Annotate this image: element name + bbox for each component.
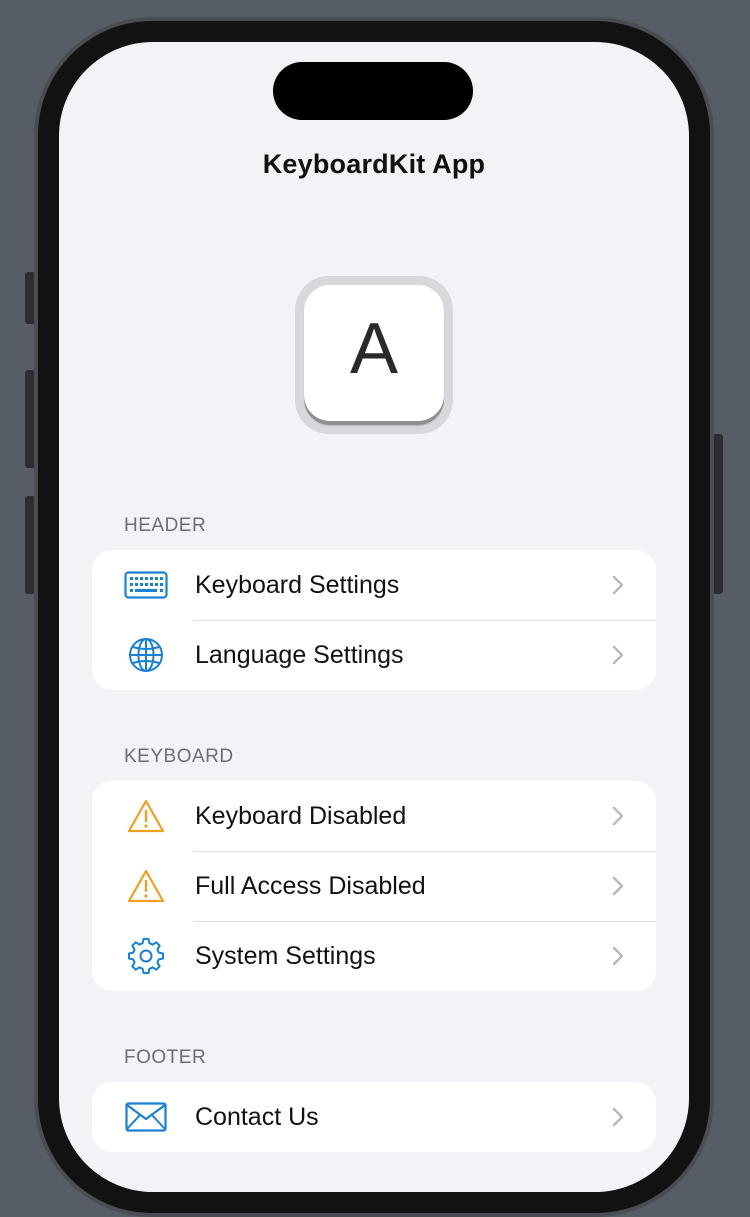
chevron-right-icon <box>612 946 624 966</box>
chevron-right-icon <box>612 575 624 595</box>
power-button <box>713 434 723 594</box>
dynamic-island <box>273 62 473 120</box>
section-header-header: HEADER <box>124 515 207 536</box>
chevron-right-icon <box>612 876 624 896</box>
app-screen: KeyboardKit App A HEADER Keyboard Settin… <box>59 42 689 1192</box>
keyboard-icon <box>124 565 168 605</box>
row-label: Keyboard Settings <box>195 570 400 599</box>
row-label: Full Access Disabled <box>195 871 426 900</box>
phone-bezel: KeyboardKit App A HEADER Keyboard Settin… <box>38 21 710 1213</box>
row-keyboard-settings[interactable]: Keyboard Settings <box>92 550 656 620</box>
row-label: Keyboard Disabled <box>195 801 407 830</box>
row-label: Language Settings <box>195 640 404 669</box>
section-header-keyboard: KEYBOARD <box>124 746 234 767</box>
app-icon: A <box>295 276 453 434</box>
row-label: Contact Us <box>195 1102 319 1131</box>
settings-group-keyboard: Keyboard Disabled Full Access Disabled S… <box>92 781 656 991</box>
row-system-settings[interactable]: System Settings <box>92 921 656 991</box>
chevron-right-icon <box>612 1107 624 1127</box>
gear-icon <box>124 936 168 976</box>
app-icon-key: A <box>304 285 444 425</box>
globe-icon <box>124 635 168 675</box>
warning-icon <box>124 796 168 836</box>
section-header-footer: FOOTER <box>124 1047 207 1068</box>
settings-group-footer: Contact Us <box>92 1082 656 1152</box>
row-keyboard-disabled[interactable]: Keyboard Disabled <box>92 781 656 851</box>
row-contact-us[interactable]: Contact Us <box>92 1082 656 1152</box>
phone-frame: KeyboardKit App A HEADER Keyboard Settin… <box>34 17 714 1217</box>
warning-icon <box>124 866 168 906</box>
nav-title: KeyboardKit App <box>262 149 486 179</box>
settings-group-header: Keyboard Settings Language Settings <box>92 550 656 690</box>
row-full-access-disabled[interactable]: Full Access Disabled <box>92 851 656 921</box>
chevron-right-icon <box>612 645 624 665</box>
envelope-icon <box>124 1097 168 1137</box>
row-language-settings[interactable]: Language Settings <box>92 620 656 690</box>
chevron-right-icon <box>612 806 624 826</box>
row-label: System Settings <box>195 941 376 970</box>
